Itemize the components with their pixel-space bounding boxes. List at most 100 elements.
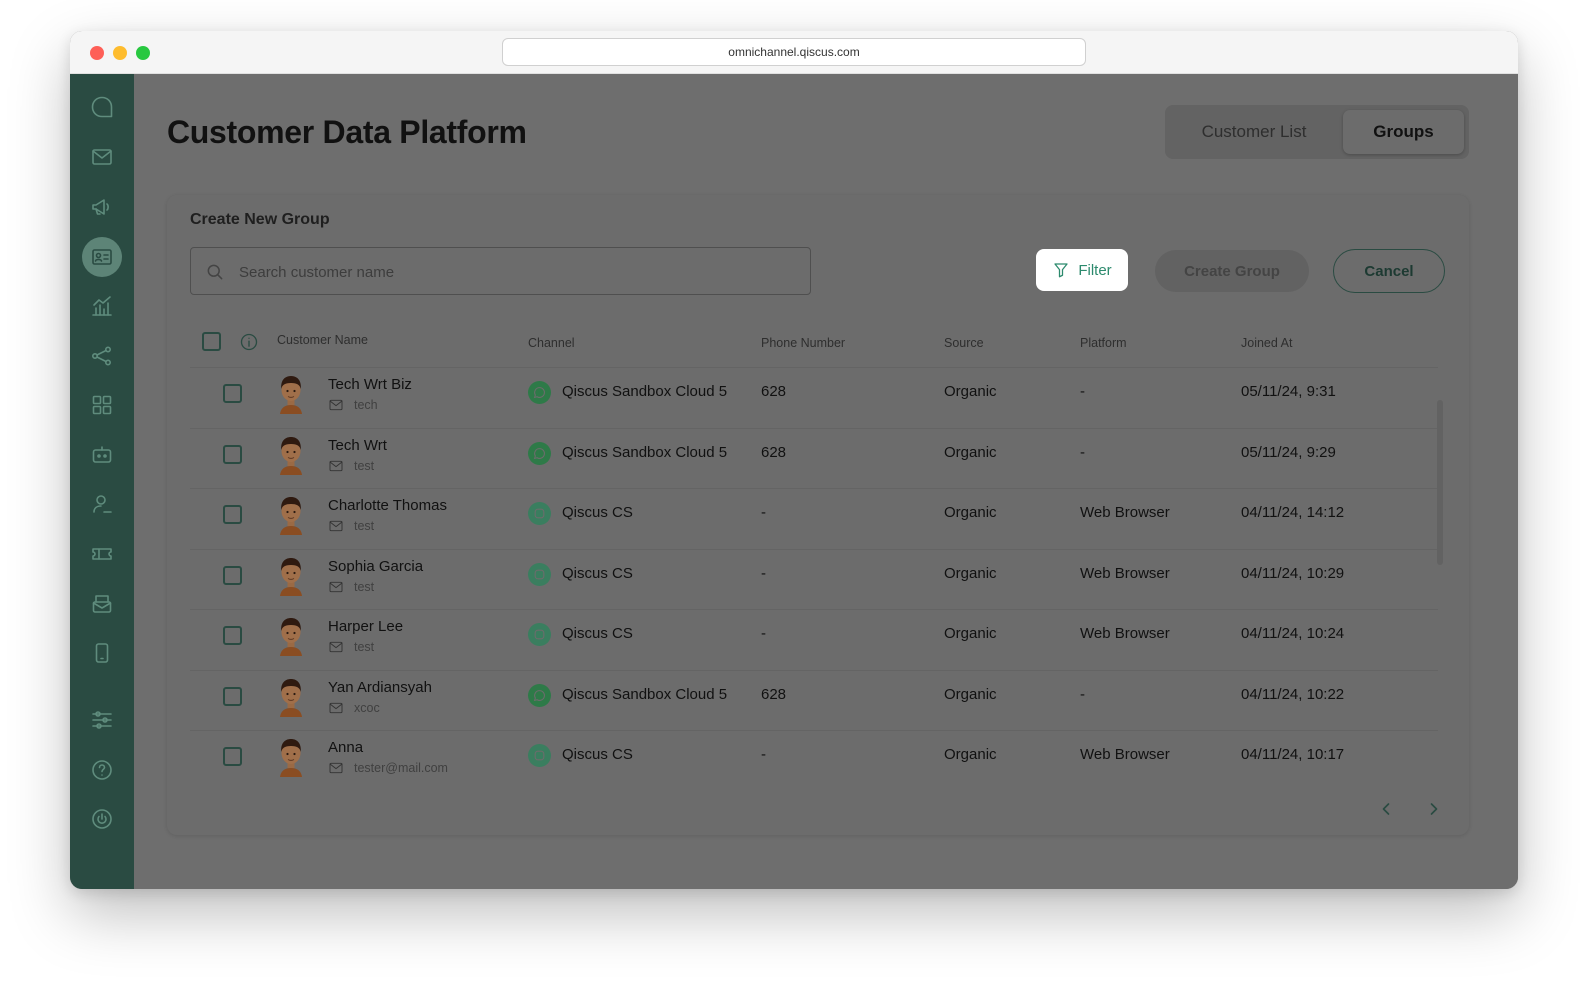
agent-icon[interactable] <box>82 484 122 524</box>
customer-table: Customer Name Channel Phone Number Sourc… <box>190 319 1438 779</box>
channel-name: Qiscus Sandbox Cloud 5 <box>562 383 728 400</box>
joined-at: 04/11/24, 10:29 <box>1241 564 1345 582</box>
customer-name: Tech Wrt <box>328 436 387 454</box>
browser-titlebar: omnichannel.qiscus.com <box>70 31 1518 74</box>
customer-email: test <box>328 578 380 596</box>
tab-groups[interactable]: Groups <box>1343 110 1464 154</box>
avatar <box>275 493 307 535</box>
filter-button[interactable]: Filter <box>1036 249 1128 291</box>
customer-email-text: tester@mail.com <box>354 761 448 775</box>
table-row[interactable]: Sophia Garcia test Qiscus CS - Organic W… <box>190 548 1438 609</box>
help-icon[interactable] <box>82 750 122 790</box>
create-group-card: Create New Group Filter Create Group Can… <box>167 195 1469 835</box>
row-checkbox[interactable] <box>223 444 242 464</box>
search-icon <box>207 264 223 280</box>
mail-icon[interactable] <box>82 137 122 177</box>
column-header-joined: Joined At <box>1241 336 1293 350</box>
main-content: Customer Data Platform Customer List Gro… <box>134 74 1518 889</box>
contact-card-icon[interactable] <box>82 237 122 277</box>
bot-icon[interactable] <box>82 435 122 475</box>
mail-icon <box>329 399 343 411</box>
search-input[interactable] <box>239 260 799 284</box>
view-tabs: Customer List Groups <box>1165 105 1469 159</box>
row-checkbox[interactable] <box>223 384 242 403</box>
close-window-button[interactable] <box>90 46 104 60</box>
apps-grid-icon[interactable] <box>82 385 122 425</box>
source: Organic <box>944 443 997 461</box>
whatsapp-icon <box>528 381 551 404</box>
column-header-name: Customer Name <box>277 333 368 347</box>
mobile-icon[interactable] <box>82 633 122 673</box>
customer-email: tester@mail.com <box>328 759 450 777</box>
ticket-icon[interactable] <box>82 534 122 574</box>
platform: Web Browser <box>1080 625 1170 642</box>
avatar <box>275 614 307 656</box>
customer-email-text: tech <box>354 398 378 412</box>
row-checkbox[interactable] <box>223 686 242 706</box>
info-icon[interactable] <box>239 332 259 352</box>
table-row[interactable]: Harper Lee test Qiscus CS - Organic Web … <box>190 609 1438 669</box>
avatar <box>275 735 307 777</box>
customer-name: Tech Wrt Biz <box>328 376 412 393</box>
qiscus-logo-icon[interactable] <box>82 87 122 127</box>
platform: Web Browser <box>1080 504 1170 521</box>
platform: Web Browser <box>1080 564 1170 582</box>
table-row[interactable]: Anna tester@mail.com Qiscus CS - Organic… <box>190 730 1438 779</box>
browser-window: omnichannel.qiscus.com Customer Data Pla… <box>70 31 1518 889</box>
phone-number: - <box>761 564 766 582</box>
table-row[interactable]: Charlotte Thomas test Qiscus CS - Organi… <box>190 488 1438 548</box>
chevron-right-icon[interactable] <box>1424 799 1444 819</box>
search-field[interactable] <box>190 247 811 295</box>
maximize-window-button[interactable] <box>136 46 150 60</box>
customer-email-text: test <box>354 458 375 473</box>
address-bar[interactable]: omnichannel.qiscus.com <box>502 38 1086 66</box>
minimize-window-button[interactable] <box>113 46 127 60</box>
customer-email: test <box>328 457 380 475</box>
column-header-source: Source <box>944 336 984 350</box>
source: Organic <box>944 685 997 703</box>
chevron-left-icon[interactable] <box>1376 799 1396 819</box>
tab-customer-list[interactable]: Customer List <box>1170 110 1338 154</box>
whatsapp-icon <box>528 441 551 465</box>
qiscus-channel-icon <box>528 623 551 646</box>
source: Organic <box>944 625 997 642</box>
inbox-icon[interactable] <box>82 584 122 624</box>
channel-name: Qiscus CS <box>562 625 633 642</box>
create-group-button[interactable]: Create Group <box>1155 250 1309 292</box>
avatar <box>275 433 307 475</box>
customer-email-text: test <box>354 519 375 533</box>
table-scrollbar[interactable] <box>1437 400 1443 565</box>
phone-number: 628 <box>761 685 787 703</box>
joined-at: 05/11/24, 9:29 <box>1241 443 1336 461</box>
row-checkbox[interactable] <box>223 505 242 524</box>
channel-name: Qiscus Sandbox Cloud 5 <box>562 685 728 703</box>
source: Organic <box>944 504 997 521</box>
row-checkbox[interactable] <box>223 626 242 645</box>
power-icon[interactable] <box>82 799 122 839</box>
table-row[interactable]: Yan Ardiansyah xcoc Qiscus Sandbox Cloud… <box>190 669 1438 730</box>
source: Organic <box>944 383 997 400</box>
channel-name: Qiscus CS <box>562 504 633 521</box>
platform: Web Browser <box>1080 746 1170 763</box>
platform: - <box>1080 443 1085 461</box>
phone-number: - <box>761 746 766 763</box>
settings-sliders-icon[interactable] <box>82 700 122 740</box>
mail-icon <box>329 641 343 653</box>
filter-button-label: Filter <box>1078 261 1112 279</box>
mail-icon <box>329 460 343 471</box>
share-nodes-icon[interactable] <box>82 336 122 376</box>
avatar <box>275 675 307 717</box>
sidebar <box>70 74 134 889</box>
megaphone-icon[interactable] <box>82 187 122 227</box>
select-all-checkbox[interactable] <box>202 332 221 351</box>
customer-email: test <box>328 517 380 535</box>
cancel-button[interactable]: Cancel <box>1333 249 1445 293</box>
customer-name: Anna <box>328 739 364 756</box>
row-checkbox[interactable] <box>223 565 242 585</box>
row-checkbox[interactable] <box>223 747 242 766</box>
table-row[interactable]: Tech Wrt test Qiscus Sandbox Cloud 5 628… <box>190 427 1438 488</box>
avatar <box>275 554 307 596</box>
qiscus-channel-icon <box>528 744 551 767</box>
table-row[interactable]: Tech Wrt Biz tech Qiscus Sandbox Cloud 5… <box>190 367 1438 427</box>
analytics-chart-icon[interactable] <box>82 286 122 326</box>
